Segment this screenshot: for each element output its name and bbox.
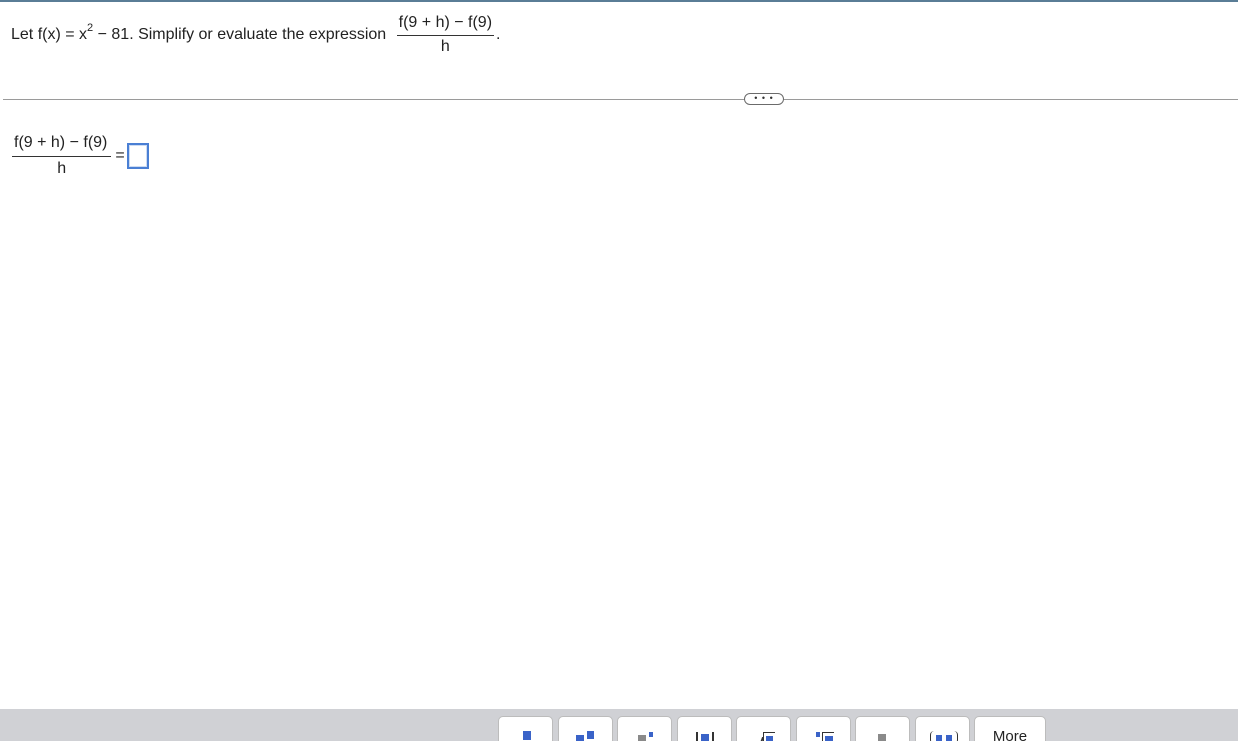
question-middle: − 81. Simplify or evaluate the expressio… bbox=[93, 26, 391, 43]
expand-button[interactable]: • • • bbox=[744, 93, 784, 105]
ordered-pair-button[interactable] bbox=[915, 716, 970, 741]
decimal-point-icon bbox=[856, 729, 909, 741]
absolute-value-icon bbox=[678, 729, 731, 741]
mixed-number-icon bbox=[559, 729, 612, 741]
fraction-button[interactable] bbox=[498, 716, 553, 741]
answer-row: f(9 + h) − f(9) h = bbox=[12, 134, 149, 178]
exponent-button[interactable] bbox=[617, 716, 672, 741]
section-divider bbox=[3, 99, 1238, 100]
answer-input[interactable] bbox=[126, 143, 149, 169]
question-numerator: f(9 + h) − f(9) bbox=[396, 14, 495, 36]
question-denominator: h bbox=[440, 38, 450, 55]
top-rule bbox=[0, 0, 1238, 2]
square-root-button[interactable] bbox=[736, 716, 791, 741]
question-fraction: f(9 + h) − f(9) h bbox=[396, 14, 495, 56]
nth-root-icon bbox=[797, 729, 850, 741]
question-text: Let f(x) = x2 − 81. Simplify or evaluate… bbox=[11, 14, 500, 56]
mixed-number-button[interactable] bbox=[558, 716, 613, 741]
answer-numerator: f(9 + h) − f(9) bbox=[12, 134, 112, 157]
answer-fraction: f(9 + h) − f(9) h bbox=[12, 134, 112, 178]
ordered-pair-icon bbox=[916, 729, 969, 741]
question-suffix: . bbox=[496, 26, 501, 43]
decimal-point-button[interactable] bbox=[855, 716, 910, 741]
equals-sign: = bbox=[115, 147, 125, 164]
question-exponent: 2 bbox=[87, 22, 94, 34]
answer-denominator: h bbox=[57, 160, 67, 177]
absolute-value-button[interactable] bbox=[677, 716, 732, 741]
nth-root-button[interactable] bbox=[796, 716, 851, 741]
question-prefix: Let f(x) = x bbox=[11, 26, 88, 43]
square-root-icon bbox=[737, 729, 790, 741]
more-button[interactable]: More bbox=[974, 716, 1046, 741]
fraction-icon bbox=[499, 729, 552, 741]
exponent-icon bbox=[618, 729, 671, 741]
